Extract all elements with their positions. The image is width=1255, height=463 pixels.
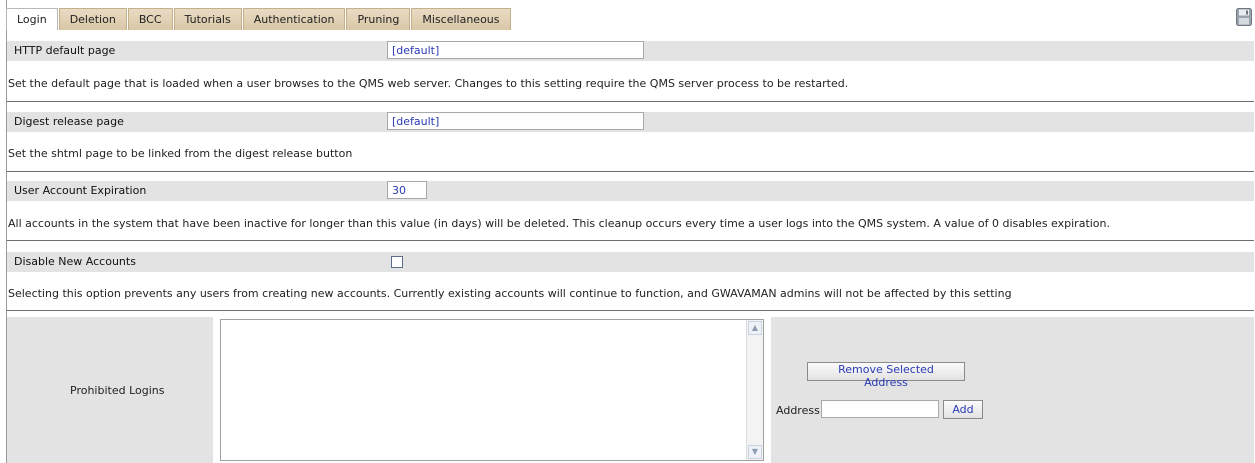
- tab-deletion[interactable]: Deletion: [58, 8, 127, 30]
- tab-pruning[interactable]: Pruning: [346, 8, 411, 30]
- disable-new-description: Selecting this option prevents any users…: [8, 287, 1012, 300]
- address-input[interactable]: [821, 400, 939, 418]
- tab-authentication[interactable]: Authentication: [242, 8, 346, 30]
- expiration-input[interactable]: [387, 181, 427, 199]
- disable-new-checkbox[interactable]: [391, 256, 403, 268]
- expiration-label: User Account Expiration: [14, 184, 147, 197]
- digest-release-row: Digest release page: [7, 112, 1254, 132]
- chevron-up-icon[interactable]: ▲: [748, 321, 762, 335]
- prohibited-logins-list[interactable]: ▲ ▼: [220, 319, 764, 461]
- prohibited-logins-controls: Remove Selected Address Address Add: [771, 317, 1254, 463]
- divider: [7, 101, 1254, 102]
- disable-new-label: Disable New Accounts: [14, 255, 136, 268]
- divider: [7, 171, 1254, 172]
- http-default-input[interactable]: [387, 41, 644, 59]
- add-button[interactable]: Add: [943, 400, 983, 419]
- disable-new-row: Disable New Accounts: [7, 252, 1254, 272]
- list-scrollbar[interactable]: ▲ ▼: [746, 320, 763, 460]
- digest-release-input[interactable]: [387, 112, 644, 130]
- prohibited-logins-label-cell: Prohibited Logins: [7, 317, 213, 463]
- address-label: Address: [776, 404, 820, 417]
- divider: [7, 240, 1254, 241]
- digest-release-label: Digest release page: [14, 115, 124, 128]
- tab-bar: Login Deletion BCC Tutorials Authenticat…: [6, 8, 512, 30]
- chevron-down-icon[interactable]: ▼: [748, 445, 762, 459]
- expiration-description: All accounts in the system that have bee…: [8, 217, 1111, 230]
- tab-login[interactable]: Login: [6, 8, 58, 30]
- save-icon[interactable]: [1236, 8, 1252, 26]
- prohibited-logins-label: Prohibited Logins: [70, 384, 165, 397]
- remove-selected-address-button[interactable]: Remove Selected Address: [807, 362, 965, 389]
- http-default-row: HTTP default page: [7, 41, 1254, 61]
- tab-bcc[interactable]: BCC: [127, 8, 173, 30]
- expiration-row: User Account Expiration: [7, 181, 1254, 201]
- tab-miscellaneous[interactable]: Miscellaneous: [411, 8, 511, 30]
- digest-release-description: Set the shtml page to be linked from the…: [8, 147, 353, 160]
- prohibited-logins-section: Prohibited Logins ▲ ▼ Remove Selected Ad…: [7, 311, 1254, 463]
- tab-tutorials[interactable]: Tutorials: [173, 8, 242, 30]
- http-default-description: Set the default page that is loaded when…: [8, 77, 849, 90]
- http-default-label: HTTP default page: [14, 44, 116, 57]
